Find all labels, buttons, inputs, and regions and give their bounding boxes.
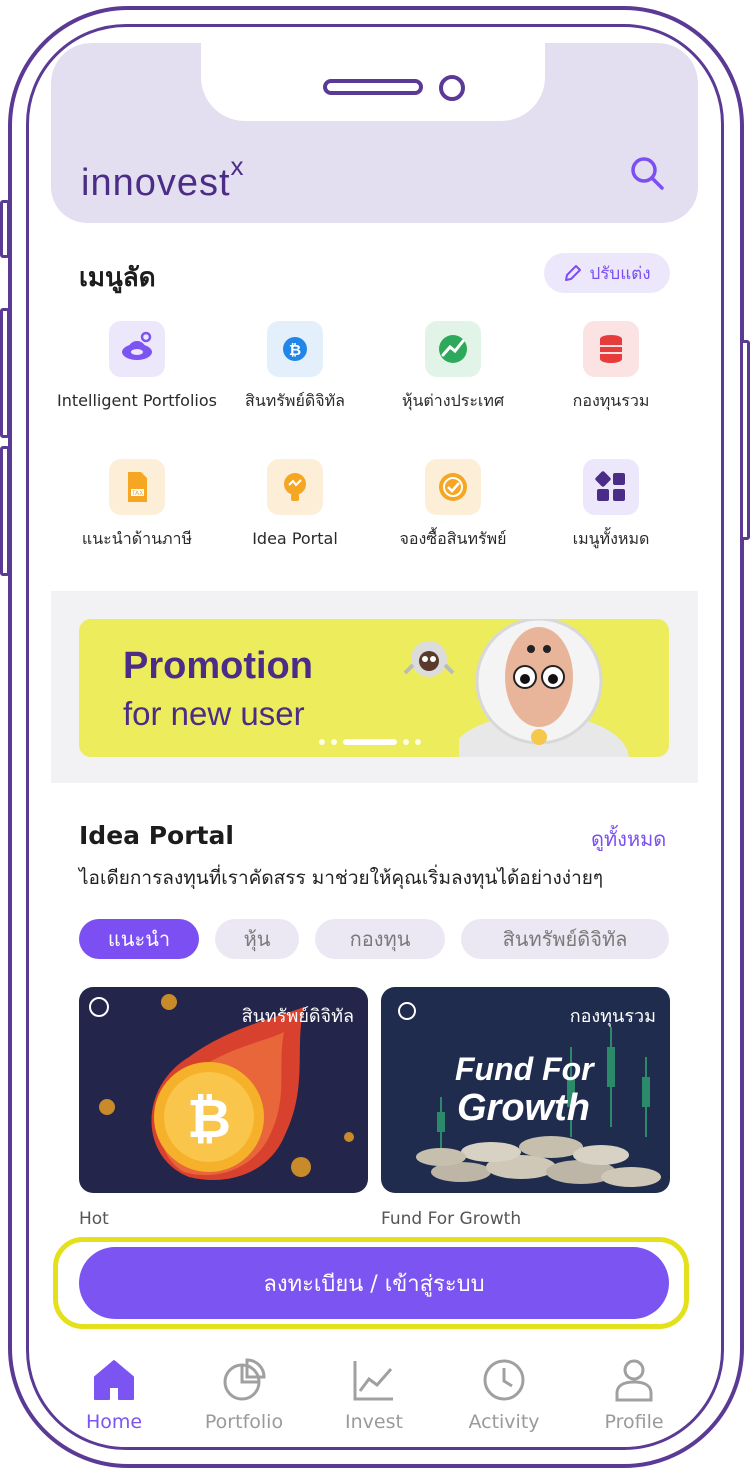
pagination-dot[interactable]: [403, 739, 409, 745]
card-art-line2: Growth: [457, 1087, 590, 1129]
banner-pagination: [319, 739, 421, 745]
quick-menu-label: หุ้นต่างประเทศ: [401, 391, 505, 410]
banner-subtitle: for new user: [123, 695, 305, 732]
line-chart-icon: [353, 1361, 393, 1401]
customize-button[interactable]: ปรับแต่ง: [544, 253, 670, 293]
idea-portal-subtitle: ไอเดียการลงทุนที่เราคัดสรร มาช่วยให้คุณเ…: [79, 867, 604, 889]
chip-funds[interactable]: กองทุน: [315, 919, 445, 959]
nav-label: Activity: [468, 1411, 540, 1433]
svg-text:TAX: TAX: [131, 490, 143, 497]
fund-stack-icon: [583, 321, 639, 377]
see-all-link[interactable]: ดูทั้งหมด: [591, 823, 666, 855]
phone-side-button: [740, 340, 750, 540]
bitcoin-icon: ₿: [267, 321, 323, 377]
quick-menu-title: เมนูลัด: [79, 263, 156, 293]
clock-icon: [483, 1359, 525, 1401]
chip-recommended[interactable]: แนะนำ: [79, 919, 199, 959]
quick-menu-item-foreign-stocks[interactable]: หุ้นต่างประเทศ: [373, 321, 533, 412]
pagination-dot[interactable]: [319, 739, 325, 745]
pie-chart-icon: [223, 1358, 266, 1401]
home-icon: [94, 1360, 134, 1400]
nav-label: Portfolio: [204, 1411, 284, 1433]
idea-card-fund[interactable]: กองทุนรวม Fund For Growth: [381, 987, 670, 1193]
idea-card-digital-asset[interactable]: ₿ สินทรัพย์ดิจิทัล: [79, 987, 368, 1193]
quick-menu-item-mutual-funds[interactable]: กองทุนรวม: [531, 321, 691, 412]
pencil-icon: [565, 265, 582, 281]
app-header: innovestx: [51, 43, 698, 223]
svg-text:₿: ₿: [289, 341, 301, 359]
nav-label: Home: [85, 1411, 143, 1433]
svg-text:₿: ₿: [187, 1087, 231, 1150]
register-login-button[interactable]: ลงทะเบียน / เข้าสู่ระบบ: [79, 1247, 669, 1319]
pagination-dot[interactable]: [331, 739, 337, 745]
card-tag: สินทรัพย์ดิจิทัล: [241, 1006, 354, 1027]
quick-menu-item-all-menus[interactable]: เมนูทั้งหมด: [531, 459, 691, 550]
banner-title: Promotion: [123, 645, 313, 687]
chip-stocks[interactable]: หุ้น: [215, 919, 299, 959]
quick-menu-label: แนะนำด้านภาษี: [81, 529, 193, 548]
nav-profile[interactable]: Profile: [579, 1353, 689, 1433]
quick-menu-label: สินทรัพย์ดิจิทัล: [245, 391, 345, 410]
logo-text: innovest: [81, 162, 231, 204]
logo-sup: x: [230, 151, 245, 181]
quick-menu-label: Intelligent Portfolios: [57, 391, 217, 410]
promotion-banner[interactable]: Promotion for new user: [79, 619, 669, 757]
nav-label: Invest: [345, 1411, 403, 1433]
pagination-dot[interactable]: [415, 739, 421, 745]
quick-menu-item-tax-advice[interactable]: TAX แนะนำด้านภาษี: [57, 459, 217, 550]
phone-speaker: [323, 79, 423, 95]
search-icon[interactable]: [627, 153, 667, 193]
phone-side-button: [0, 200, 10, 258]
quick-menu-label: Idea Portal: [252, 529, 338, 548]
badge-check-icon: [425, 459, 481, 515]
chip-digital-assets[interactable]: สินทรัพย์ดิจิทัล: [461, 919, 669, 959]
phone-side-button: [0, 308, 10, 438]
card-art-line1: Fund For: [455, 1051, 594, 1087]
quick-menu-label: กองทุนรวม: [572, 391, 650, 410]
planet-icon: [109, 321, 165, 377]
card-caption: Hot: [79, 1209, 109, 1229]
nav-label: Profile: [604, 1411, 664, 1433]
quick-menu-item-idea-portal[interactable]: Idea Portal: [215, 459, 375, 550]
nav-invest[interactable]: Invest: [319, 1353, 429, 1433]
app-screen: innovestx เมนูลัด ปรับแต่ง Intelligent P…: [51, 43, 698, 1447]
quick-menu-label: เมนูทั้งหมด: [572, 529, 650, 548]
quick-menu-item-digital-assets[interactable]: ₿ สินทรัพย์ดิจิทัล: [215, 321, 375, 412]
customize-label: ปรับแต่ง: [589, 263, 651, 284]
tax-doc-icon: TAX: [109, 459, 165, 515]
astronaut-illustration: [459, 619, 629, 757]
foreign-stock-icon: [425, 321, 481, 377]
lightbulb-icon: [267, 459, 323, 515]
idea-portal-title: Idea Portal: [79, 821, 234, 850]
card-caption: Fund For Growth: [381, 1209, 522, 1229]
nav-activity[interactable]: Activity: [449, 1353, 559, 1433]
robot-illustration: [403, 641, 455, 677]
quick-menu-label: จองซื้อสินทรัพย์: [399, 529, 507, 548]
phone-camera: [439, 75, 465, 101]
phone-side-button: [0, 446, 10, 576]
card-tag: กองทุนรวม: [569, 1006, 656, 1027]
user-icon: [615, 1359, 653, 1402]
grid-icon: [583, 459, 639, 515]
quick-menu-item-asset-subscription[interactable]: จองซื้อสินทรัพย์: [373, 459, 533, 550]
quick-menu-item-intelligent-portfolios[interactable]: Intelligent Portfolios: [57, 321, 217, 412]
app-logo: innovestx: [81, 151, 245, 205]
phone-frame-inner: innovestx เมนูลัด ปรับแต่ง Intelligent P…: [26, 24, 724, 1450]
pagination-dot-active[interactable]: [343, 739, 397, 745]
nav-home[interactable]: Home: [59, 1353, 169, 1433]
nav-portfolio[interactable]: Portfolio: [189, 1353, 299, 1433]
